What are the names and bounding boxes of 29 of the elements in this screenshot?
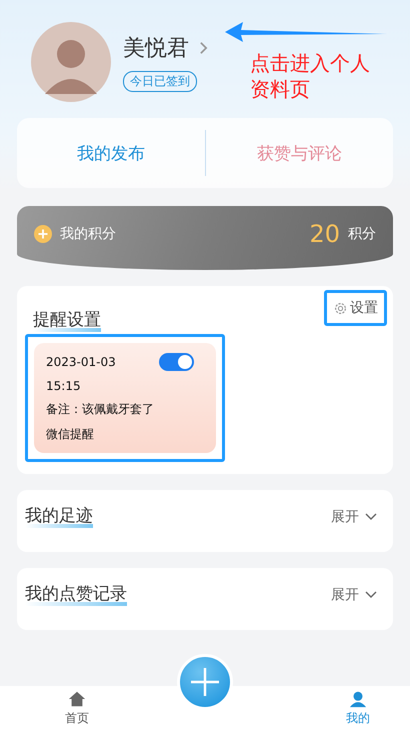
reminder-note: 备注：该佩戴牙套了	[46, 401, 155, 418]
section-title: 我的足迹	[25, 504, 93, 528]
expand-button[interactable]: 展开	[331, 586, 377, 604]
chevron-right-icon	[199, 40, 208, 54]
home-icon	[68, 690, 86, 708]
user-name[interactable]: 美悦君	[123, 32, 189, 62]
avatar[interactable]	[31, 22, 111, 102]
section-title: 提醒设置	[33, 308, 101, 332]
points-banner[interactable]: 我的积分 20 积分	[17, 206, 393, 270]
reminder-time: 15:15	[46, 379, 82, 393]
annotation-text: 点击进入个人资料页	[250, 50, 371, 102]
points-label: 我的积分	[60, 225, 117, 243]
points-unit: 积分	[348, 225, 376, 243]
settings-icon	[333, 300, 348, 316]
settings-button[interactable]: 设置	[333, 299, 378, 317]
reminder-channel: 微信提醒	[46, 426, 95, 443]
check-in-badge: 今日已签到	[123, 70, 197, 92]
points-value: 20	[309, 220, 340, 248]
reminder-item[interactable]: 2023-01-03 15:15 备注：该佩戴牙套了 微信提醒	[34, 343, 216, 453]
section-title: 我的点赞记录	[25, 582, 127, 606]
expand-button[interactable]: 展开	[331, 508, 377, 526]
nav-tab[interactable]: 我的	[346, 686, 370, 733]
plus-icon	[190, 667, 220, 697]
toggle-switch[interactable]	[159, 353, 194, 371]
plus-icon	[34, 225, 52, 243]
nav-tab[interactable]: 首页	[65, 686, 89, 733]
tab[interactable]: 我的发布	[17, 142, 204, 164]
reminder-date: 2023-01-03	[46, 355, 116, 369]
person-icon	[349, 690, 367, 708]
